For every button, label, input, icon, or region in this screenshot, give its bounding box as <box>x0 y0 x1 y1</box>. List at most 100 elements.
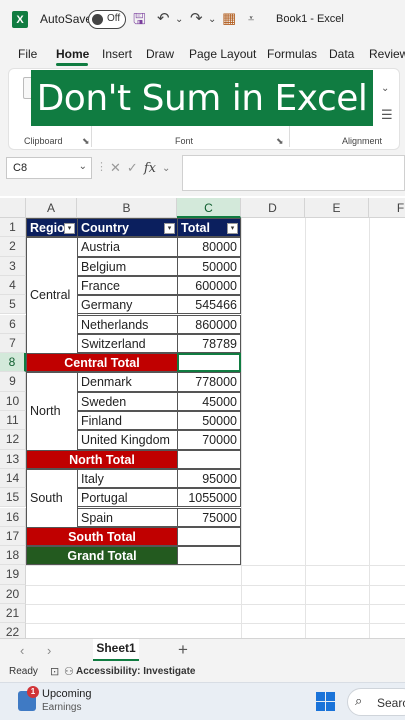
country-cell[interactable]: United Kingdom <box>77 430 178 450</box>
total-cell[interactable]: 95000 <box>177 468 241 489</box>
row-header[interactable]: 6 <box>0 314 26 334</box>
header-region[interactable]: Regio ▾ <box>26 218 78 238</box>
country-cell[interactable]: France <box>77 275 178 296</box>
country-cell[interactable]: Netherlands <box>77 314 178 334</box>
row-header[interactable]: 12 <box>0 430 26 450</box>
column-header-e[interactable]: E <box>305 198 369 218</box>
table-icon[interactable]: ▦ <box>222 9 236 27</box>
country-cell[interactable]: Denmark <box>77 372 178 392</box>
country-cell[interactable]: Italy <box>77 468 178 489</box>
save-icon[interactable]: 🖫 <box>133 9 146 34</box>
column-header-b[interactable]: B <box>77 198 177 218</box>
header-total[interactable]: Total ▾ <box>177 218 241 238</box>
region-south[interactable]: South <box>26 468 78 528</box>
country-cell[interactable]: Switzerland <box>77 333 178 354</box>
autosave-toggle[interactable]: Off <box>88 10 126 29</box>
country-cell[interactable]: Sweden <box>77 391 178 411</box>
widget-title[interactable]: Upcoming <box>42 688 92 700</box>
accessibility-icon[interactable]: ⚇ <box>64 665 74 678</box>
tab-insert[interactable]: Insert <box>102 47 132 61</box>
clipboard-launcher-icon[interactable]: ⬊ <box>82 136 90 147</box>
tab-review[interactable]: Review <box>369 47 405 61</box>
row-header[interactable]: 19 <box>0 565 26 585</box>
total-cell[interactable]: 50000 <box>177 411 241 431</box>
total-cell[interactable]: 778000 <box>177 372 241 392</box>
wrap-text-icon[interactable]: ☰ <box>381 107 393 123</box>
insert-function-icon[interactable]: fx <box>144 161 156 176</box>
total-cell[interactable]: 50000 <box>177 256 241 276</box>
country-cell[interactable]: Finland <box>77 411 178 431</box>
total-cell[interactable]: 70000 <box>177 430 241 450</box>
chevron-down-icon[interactable]: ⌄ <box>79 161 87 172</box>
customize-icon[interactable]: ⩡ <box>248 13 254 26</box>
row-header[interactable]: 2 <box>0 237 26 257</box>
country-cell[interactable]: Portugal <box>77 488 178 508</box>
tab-data[interactable]: Data <box>329 47 354 61</box>
tab-formulas[interactable]: Formulas <box>267 47 317 61</box>
row-header[interactable]: 22 <box>0 623 26 638</box>
enter-icon[interactable]: ✓ <box>127 160 138 176</box>
country-cell[interactable]: Germany <box>77 295 178 315</box>
formula-input[interactable] <box>182 155 405 191</box>
row-header[interactable]: 1 <box>0 218 26 238</box>
country-cell[interactable]: Spain <box>77 507 178 527</box>
region-north[interactable]: North <box>26 372 78 451</box>
sheet-tab-sheet1[interactable]: Sheet1 <box>93 639 139 661</box>
total-cell[interactable]: 1055000 <box>177 488 241 508</box>
windows-start-icon[interactable] <box>316 692 335 711</box>
undo-icon[interactable]: ↶ <box>157 9 170 27</box>
row-header[interactable]: 9 <box>0 372 26 392</box>
row-header[interactable]: 16 <box>0 507 26 527</box>
row-header[interactable]: 11 <box>0 411 26 431</box>
south-total-label[interactable]: South Total <box>26 526 178 547</box>
column-header-d[interactable]: D <box>241 198 305 218</box>
grand-total-value[interactable] <box>177 546 241 566</box>
grand-total-label[interactable]: Grand Total <box>26 546 178 566</box>
add-sheet-icon[interactable]: + <box>178 640 188 660</box>
tab-file[interactable]: File <box>18 47 37 61</box>
taskbar-search[interactable]: ⌕ Searc <box>347 688 405 716</box>
row-header[interactable]: 13 <box>0 449 26 469</box>
total-cell[interactable]: 45000 <box>177 391 241 411</box>
chevron-right-icon[interactable]: › <box>47 643 51 658</box>
redo-icon[interactable]: ↷ <box>190 9 203 27</box>
undo-dropdown-icon[interactable]: ⌄ <box>175 14 183 25</box>
filter-dropdown-icon[interactable]: ▾ <box>227 223 238 234</box>
central-total-label[interactable]: Central Total <box>26 353 178 373</box>
country-cell[interactable]: Belgium <box>77 256 178 276</box>
row-header[interactable]: 3 <box>0 256 26 276</box>
active-cell-c8[interactable] <box>177 353 241 373</box>
cancel-icon[interactable]: ✕ <box>110 160 121 176</box>
row-header[interactable]: 17 <box>0 526 26 547</box>
total-cell[interactable]: 545466 <box>177 295 241 315</box>
row-header[interactable]: 20 <box>0 584 26 604</box>
tab-draw[interactable]: Draw <box>146 47 174 61</box>
country-cell[interactable]: Austria <box>77 237 178 257</box>
row-header[interactable]: 18 <box>0 546 26 566</box>
south-total-value[interactable] <box>177 526 241 547</box>
row-header[interactable]: 10 <box>0 391 26 411</box>
total-cell[interactable]: 600000 <box>177 275 241 296</box>
region-central[interactable]: Central <box>26 237 78 355</box>
north-total-value[interactable] <box>177 449 241 469</box>
row-header[interactable]: 8 <box>0 353 26 373</box>
ribbon-dropdown-icon[interactable]: ⌄ <box>381 83 389 94</box>
macro-recorder-icon[interactable]: ⊡ <box>50 665 59 678</box>
row-header[interactable]: 21 <box>0 604 26 624</box>
total-cell[interactable]: 80000 <box>177 237 241 257</box>
column-header-a[interactable]: A <box>26 198 77 218</box>
column-header-c[interactable]: C <box>177 198 241 218</box>
tab-page-layout[interactable]: Page Layout <box>189 47 256 61</box>
fx-dropdown-icon[interactable]: ⌄ <box>162 163 170 174</box>
tab-home[interactable]: Home <box>56 47 89 61</box>
filter-dropdown-icon[interactable]: ▾ <box>64 223 75 234</box>
worksheet-grid[interactable]: A B C D E F 1 2 3 4 5 6 7 8 9 10 11 12 1… <box>0 198 405 638</box>
row-header[interactable]: 14 <box>0 468 26 489</box>
total-cell[interactable]: 78789 <box>177 333 241 354</box>
row-header[interactable]: 5 <box>0 295 26 315</box>
filter-dropdown-icon[interactable]: ▾ <box>164 223 175 234</box>
name-box[interactable]: C8 ⌄ <box>6 157 92 179</box>
redo-dropdown-icon[interactable]: ⌄ <box>208 14 216 25</box>
north-total-label[interactable]: North Total <box>26 449 178 469</box>
total-cell[interactable]: 860000 <box>177 314 241 334</box>
